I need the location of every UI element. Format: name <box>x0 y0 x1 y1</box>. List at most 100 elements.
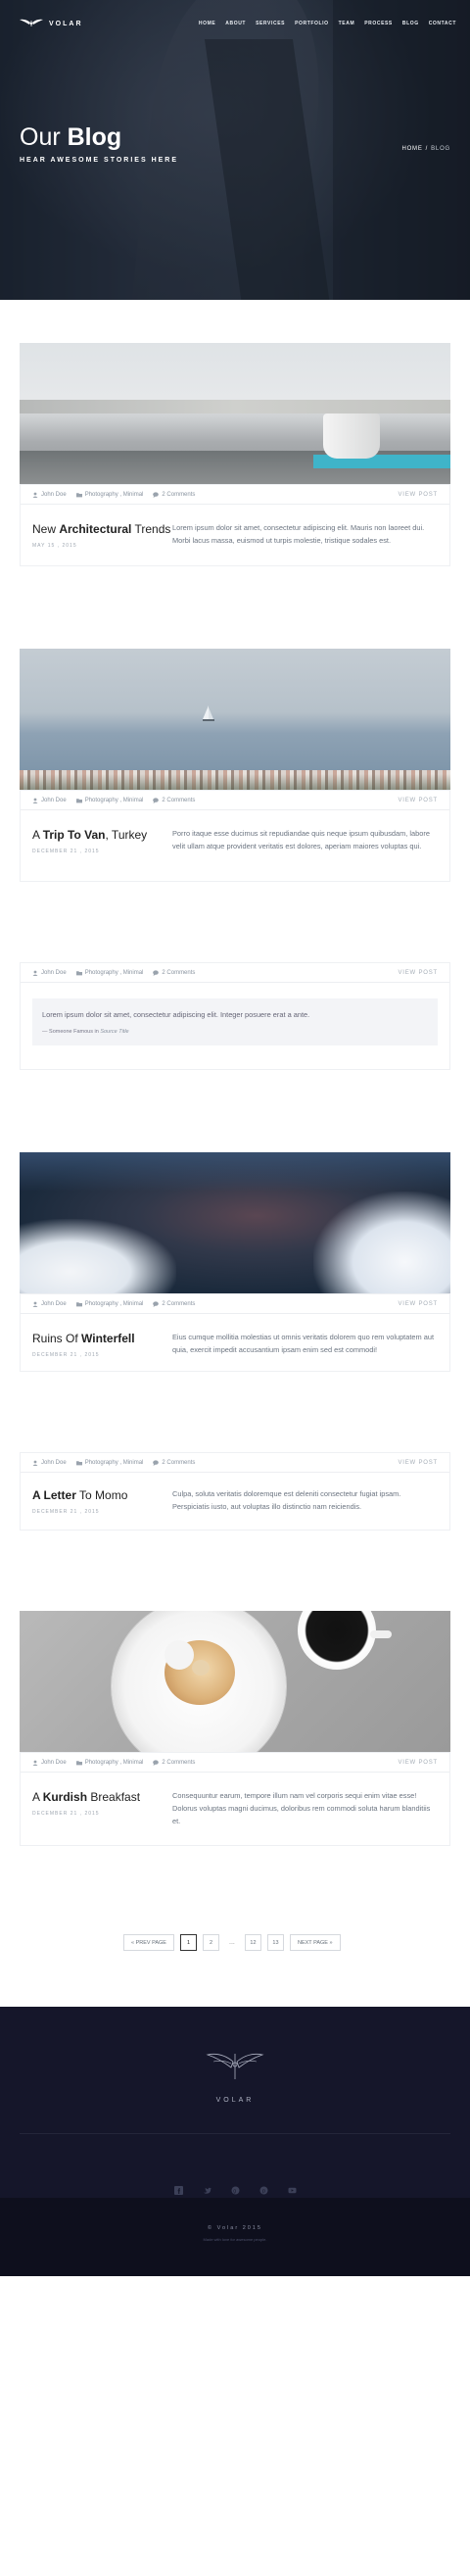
comment-icon <box>153 969 160 976</box>
post-comments[interactable]: 2 Comments <box>162 970 195 976</box>
nav-item-blog[interactable]: BLOG <box>402 21 419 26</box>
post-date: DECEMBER 21 , 2015 <box>32 1509 100 1515</box>
user-icon <box>32 798 38 803</box>
logo-text: VOLAR <box>49 20 83 27</box>
post-excerpt: Eius cumque mollitia molestias ut omnis … <box>172 1333 434 1354</box>
view-post-link[interactable]: VIEW POST <box>398 1460 438 1466</box>
post-image-sea[interactable] <box>20 649 450 790</box>
comment-icon <box>153 1759 160 1766</box>
blog-post: John Doe Photography , Minimal 2 Comment… <box>20 1152 450 1372</box>
post-comments[interactable]: 2 Comments <box>162 492 195 498</box>
post-comments[interactable]: 2 Comments <box>162 1760 195 1766</box>
nav-item-portfolio[interactable]: PORTFOLIO <box>295 21 329 26</box>
post-image-breakfast[interactable] <box>20 1611 450 1752</box>
blockquote: Lorem ipsum dolor sit amet, consectetur … <box>32 998 438 1045</box>
post-title[interactable]: A Trip To Van, Turkey <box>32 828 172 843</box>
post-title[interactable]: Ruins Of Winterfell <box>32 1332 172 1346</box>
post-excerpt: Culpa, soluta veritatis doloremque est d… <box>172 1489 401 1511</box>
post-author[interactable]: John Doe <box>41 1460 67 1466</box>
post-category[interactable]: Photography , Minimal <box>85 1760 144 1766</box>
page-1-button[interactable]: 1 <box>179 1934 197 1951</box>
blog-post: John Doe Photography , Minimal 2 Comment… <box>20 343 450 566</box>
post-date: DECEMBER 21 , 2015 <box>32 849 100 854</box>
view-post-link[interactable]: VIEW POST <box>398 492 438 498</box>
post-category[interactable]: Photography , Minimal <box>85 1301 144 1307</box>
post-author[interactable]: John Doe <box>41 798 67 803</box>
footer-bottom-bar: © Volar 2015 Made with love for awesome … <box>0 2198 470 2276</box>
page-2-button[interactable]: 2 <box>202 1934 219 1951</box>
folder-icon <box>75 1760 82 1765</box>
folder-icon <box>75 798 82 802</box>
post-meta: John Doe Photography , Minimal 2 Comment… <box>21 1453 449 1473</box>
prev-page-button[interactable]: « PREV PAGE <box>123 1934 174 1951</box>
folder-icon <box>75 1301 82 1306</box>
page-12-button[interactable]: 12 <box>244 1934 261 1951</box>
blog-post-quote: John Doe Photography , Minimal 2 Comment… <box>20 962 450 1070</box>
post-title[interactable]: New Architectural Trends <box>32 522 172 537</box>
post-image-winter[interactable] <box>20 1152 450 1293</box>
view-post-link[interactable]: VIEW POST <box>398 1301 438 1307</box>
twitter-icon[interactable] <box>203 2182 212 2194</box>
nav-item-services[interactable]: SERVICES <box>256 21 285 26</box>
user-icon <box>32 1301 38 1307</box>
nav-item-about[interactable]: ABOUT <box>225 21 246 26</box>
post-title[interactable]: A Letter To Momo <box>32 1488 172 1503</box>
comment-icon <box>153 797 160 803</box>
view-post-link[interactable]: VIEW POST <box>398 1760 438 1766</box>
post-date: MAY 15 , 2015 <box>32 543 77 549</box>
quote-source: — Someone Famous in Source Title <box>42 1028 129 1035</box>
post-comments[interactable]: 2 Comments <box>162 798 195 803</box>
post-meta: John Doe Photography , Minimal 2 Comment… <box>21 963 449 983</box>
view-post-link[interactable]: VIEW POST <box>398 970 438 976</box>
post-comments[interactable]: 2 Comments <box>162 1460 195 1466</box>
nav-item-contact[interactable]: CONTACT <box>429 21 456 26</box>
pagination: « PREV PAGE 1 2 ... 12 13 NEXT PAGE » <box>123 1934 341 1951</box>
comment-icon <box>153 491 160 498</box>
copyright-text: © Volar 2015 <box>208 2225 262 2231</box>
post-author[interactable]: John Doe <box>41 1760 67 1766</box>
pagination-ellipsis: ... <box>229 1939 235 1946</box>
nav-item-home[interactable]: HOME <box>199 21 215 26</box>
post-comments[interactable]: 2 Comments <box>162 1301 195 1307</box>
user-icon <box>32 492 38 498</box>
pinterest-icon[interactable]: p <box>259 2182 268 2195</box>
footer-divider <box>20 2133 450 2134</box>
svg-text:g: g <box>233 2188 236 2194</box>
post-author[interactable]: John Doe <box>41 970 67 976</box>
view-post-link[interactable]: VIEW POST <box>398 798 438 803</box>
blog-post: John Doe Photography , Minimal 2 Comment… <box>20 1452 450 1531</box>
footer-brand: VOLAR <box>215 2097 255 2104</box>
page-subtitle: HEAR AWESOME STORIES HERE <box>20 157 179 164</box>
nav-item-team[interactable]: TEAM <box>339 21 355 26</box>
post-author[interactable]: John Doe <box>41 1301 67 1307</box>
nav-item-process[interactable]: PROCESS <box>364 21 393 26</box>
post-category[interactable]: Photography , Minimal <box>85 798 144 803</box>
post-category[interactable]: Photography , Minimal <box>85 492 144 498</box>
comment-icon <box>153 1300 160 1307</box>
svg-text:p: p <box>262 2189 265 2195</box>
main-menu: HOME ABOUT SERVICES PORTFOLIO TEAM PROCE… <box>199 21 456 26</box>
page-13-button[interactable]: 13 <box>266 1934 284 1951</box>
folder-icon <box>75 1460 82 1465</box>
breadcrumb-home[interactable]: HOME <box>401 146 422 152</box>
google-plus-icon[interactable]: g <box>231 2182 240 2195</box>
blog-post: John Doe Photography , Minimal 2 Comment… <box>20 1611 450 1846</box>
breadcrumb: HOME / BLOG <box>401 146 450 152</box>
social-links: g p <box>0 2182 470 2195</box>
next-page-button[interactable]: NEXT PAGE » <box>289 1934 341 1951</box>
post-excerpt: Porro itaque esse ducimus sit repudianda… <box>172 829 430 851</box>
post-excerpt: Lorem ipsum dolor sit amet, consectetur … <box>172 523 425 545</box>
post-author[interactable]: John Doe <box>41 492 67 498</box>
facebook-icon[interactable] <box>173 2182 183 2195</box>
post-category[interactable]: Photography , Minimal <box>85 970 144 976</box>
breadcrumb-current: BLOG <box>431 146 450 152</box>
post-image-architecture[interactable] <box>20 343 450 484</box>
post-meta: John Doe Photography , Minimal 2 Comment… <box>21 1294 449 1314</box>
wings-logo-icon <box>20 19 43 26</box>
logo[interactable]: VOLAR <box>20 19 83 28</box>
youtube-icon[interactable] <box>288 2182 297 2194</box>
post-category[interactable]: Photography , Minimal <box>85 1460 144 1466</box>
user-icon <box>32 1760 38 1766</box>
post-date: DECEMBER 21 , 2015 <box>32 1352 100 1358</box>
post-title[interactable]: A Kurdish Breakfast <box>32 1790 172 1805</box>
